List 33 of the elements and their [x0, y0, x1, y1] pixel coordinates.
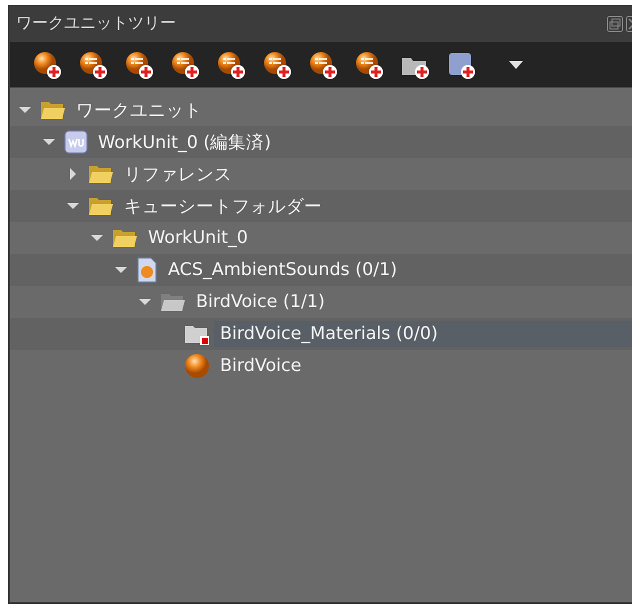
- folder-icon: [40, 99, 66, 121]
- add-cue-icon: [124, 50, 154, 80]
- caret-down-icon: [91, 232, 103, 244]
- caret-right-icon: [67, 168, 79, 180]
- panel-title: ワークユニットツリー: [16, 13, 176, 34]
- folder-icon: [88, 163, 114, 185]
- caret-down-icon: [115, 264, 127, 276]
- caret-down-icon: [19, 104, 31, 116]
- caret-down-icon: [67, 200, 79, 212]
- restore-icon[interactable]: [607, 16, 623, 32]
- folder-icon: [184, 323, 210, 345]
- tree-item[interactable]: ワークユニット: [70, 95, 208, 125]
- cue-icon: [184, 353, 210, 379]
- caret-down-icon: [139, 296, 151, 308]
- folder-icon: [160, 291, 186, 313]
- caret-icon: [509, 60, 523, 68]
- tree-item[interactable]: BirdVoice: [214, 353, 308, 379]
- add-cue-icon: [262, 50, 292, 80]
- folder-icon: [112, 227, 138, 249]
- caret-down-icon: [43, 136, 55, 148]
- add-cue-icon: [354, 50, 384, 80]
- add-cue-icon: [78, 50, 108, 80]
- folder-icon: [88, 195, 114, 217]
- add-cue-icon: [216, 50, 246, 80]
- tree-item[interactable]: WorkUnit_0: [142, 225, 254, 251]
- tree-item[interactable]: リファレンス: [118, 159, 238, 189]
- cue-sheet-icon: [136, 257, 158, 283]
- add-cue-icon: [170, 50, 200, 80]
- add-cue-icon: [32, 50, 62, 80]
- add-cue-icon: [308, 50, 338, 80]
- tree-item[interactable]: BirdVoice_Materials (0/0): [214, 321, 632, 347]
- tree-item[interactable]: BirdVoice (1/1): [190, 289, 331, 315]
- workunit-icon: [64, 130, 88, 154]
